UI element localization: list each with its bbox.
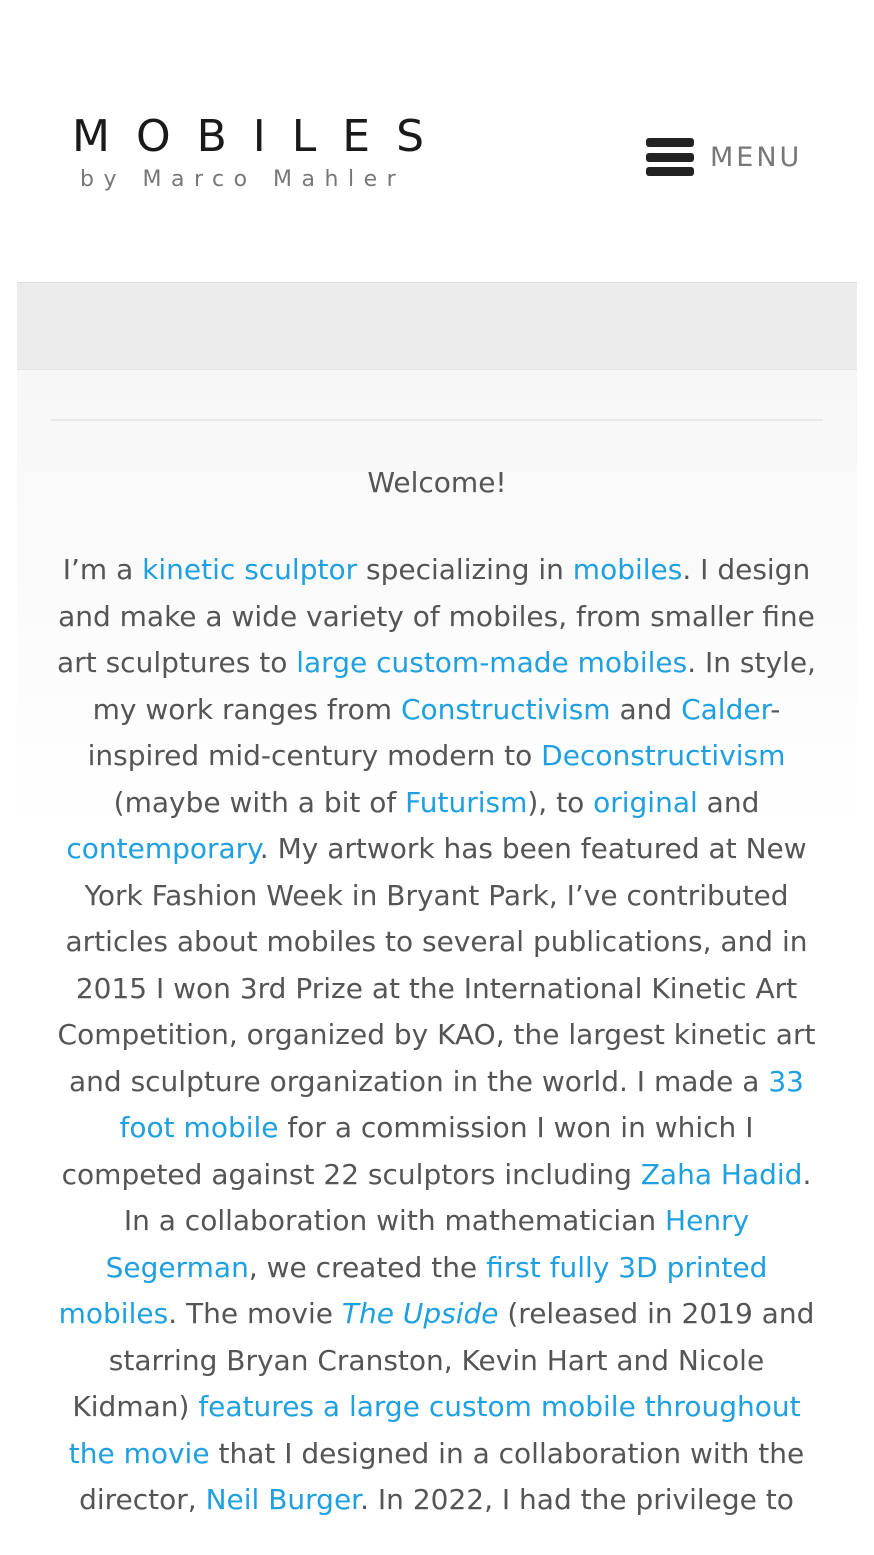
paragraph-text: and (610, 692, 682, 726)
paragraph-link[interactable]: kinetic sculptor (142, 553, 357, 586)
paragraph-text: (maybe with a bit of (113, 785, 406, 819)
paragraph-link[interactable]: contemporary (66, 832, 259, 865)
content-body: Welcome! I’m a kinetic sculptor speciali… (17, 370, 857, 1555)
paragraph-text: . My artwork has been featured at New Yo… (57, 832, 816, 1098)
site-logo[interactable]: MOBILES by Marco Mahler (72, 112, 452, 194)
logo-subtitle: by Marco Mahler (80, 167, 406, 192)
paragraph-link[interactable]: Zaha Hadid (641, 1158, 803, 1191)
menu-label: MENU (710, 141, 803, 173)
paragraph-link[interactable]: Constructivism (401, 693, 611, 726)
main-content: Welcome! I’m a kinetic sculptor speciali… (17, 282, 857, 1555)
hamburger-icon (646, 138, 694, 176)
paragraph-link[interactable]: Calder (681, 693, 770, 726)
paragraph-text: ), to (527, 785, 594, 819)
paragraph-text: . In 2022, I had the privilege to (360, 1483, 794, 1516)
paragraph-link[interactable]: Deconstructivism (541, 739, 785, 772)
paragraph-text: specializing in (357, 553, 573, 586)
paragraph-link[interactable]: Futurism (405, 786, 527, 819)
site-header: MOBILES by Marco Mahler MENU (0, 0, 874, 282)
paragraph-link[interactable]: original (593, 786, 698, 819)
paragraph-link[interactable]: Neil Burger (206, 1483, 361, 1516)
paragraph-text: . The movie (168, 1297, 342, 1330)
divider (50, 419, 823, 421)
paragraph-text: , we created the (248, 1250, 487, 1284)
paragraph-text: I’m a (62, 553, 143, 586)
intro-paragraph: I’m a kinetic sculptor specializing in m… (50, 547, 823, 1524)
menu-button[interactable]: MENU (646, 138, 802, 176)
paragraph-link[interactable]: large custom-made mobiles (296, 646, 687, 679)
logo-title: MOBILES (72, 111, 451, 162)
paragraph-link[interactable]: The Upside (342, 1297, 499, 1330)
paragraph-link[interactable]: mobiles (573, 553, 683, 586)
welcome-heading: Welcome! (367, 466, 507, 499)
paragraph-text: and (697, 785, 760, 819)
page-banner (17, 283, 857, 370)
